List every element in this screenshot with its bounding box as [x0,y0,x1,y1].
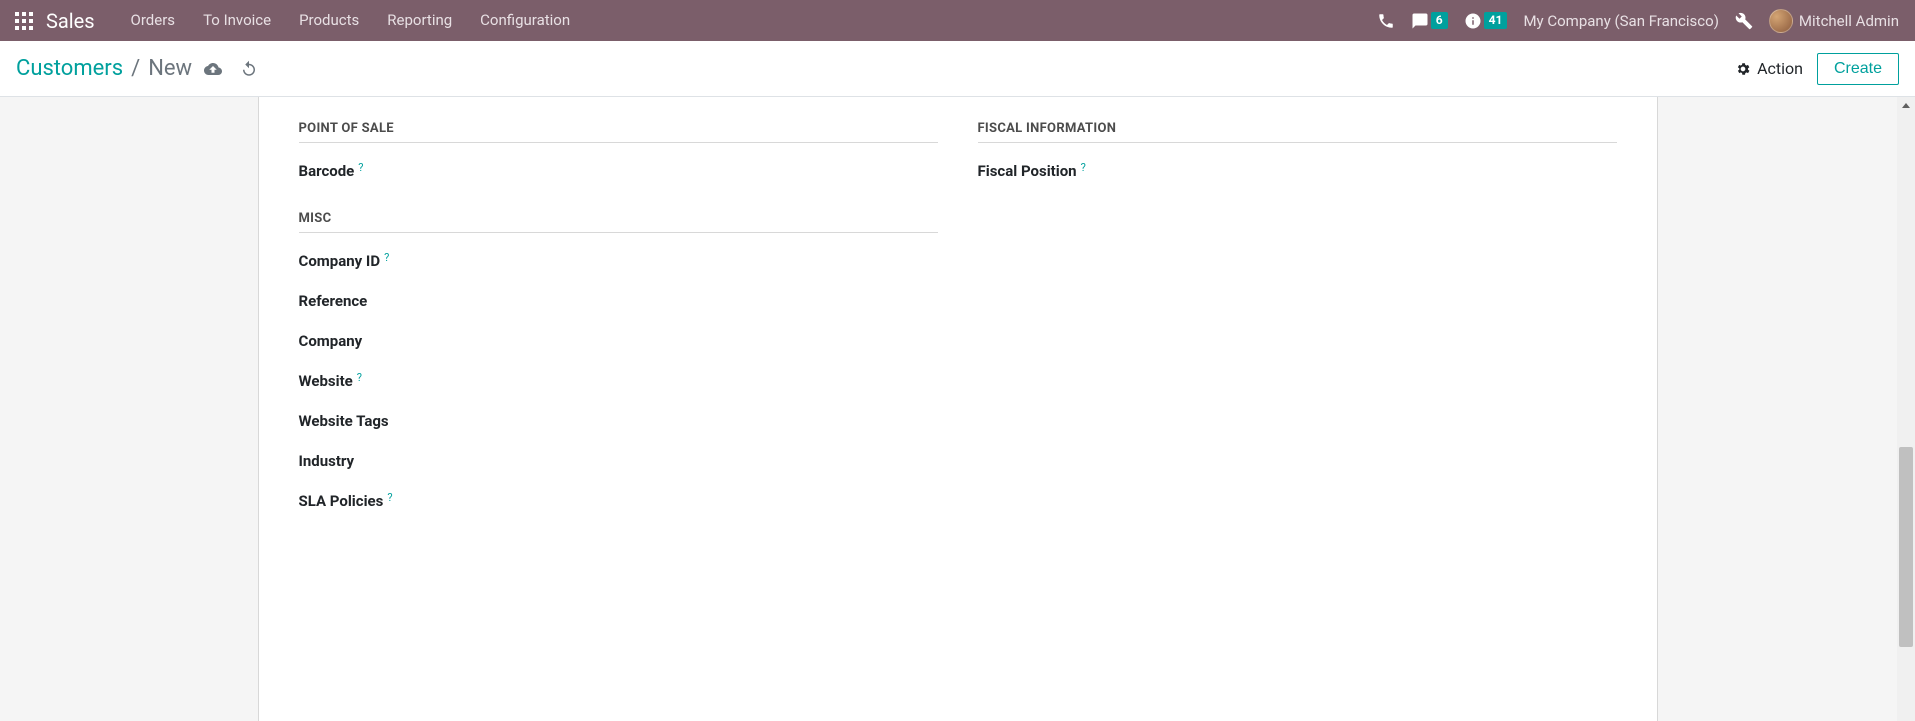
debug-icon[interactable] [1735,7,1753,35]
navbar-right: 6 41 My Company (San Francisco) Mitchell… [1377,7,1905,35]
form-columns: POINT OF SALE Barcode ? MISC Company ID … [299,115,1617,531]
messages-badge: 6 [1431,12,1448,29]
scroll-thumb[interactable] [1899,447,1913,647]
menu-orders[interactable]: Orders [117,0,190,41]
cloud-save-icon[interactable] [204,60,222,78]
activities-icon[interactable]: 41 [1464,7,1508,35]
menu-to-invoice[interactable]: To Invoice [189,0,285,41]
breadcrumb: Customers / New [16,56,192,81]
action-label: Action [1757,59,1803,78]
field-company[interactable]: Company [299,331,938,351]
website-label: Website [299,372,353,390]
industry-label: Industry [299,452,355,470]
app-brand[interactable]: Sales [46,9,95,33]
field-sla-policies[interactable]: SLA Policies ? [299,491,938,511]
field-barcode[interactable]: Barcode ? [299,161,938,181]
company-label: Company [299,332,363,350]
section-misc: MISC [299,211,938,233]
control-panel: Customers / New Action Create [0,41,1915,97]
reference-label: Reference [299,292,368,310]
scrollbar[interactable] [1897,97,1915,721]
help-icon[interactable]: ? [384,252,389,263]
field-fiscal-position[interactable]: Fiscal Position ? [978,161,1617,181]
help-icon[interactable]: ? [357,372,362,383]
menu-reporting[interactable]: Reporting [373,0,466,41]
gear-icon [1735,61,1751,77]
left-column: POINT OF SALE Barcode ? MISC Company ID … [299,115,938,531]
create-button[interactable]: Create [1817,53,1899,85]
activities-badge: 41 [1484,12,1508,29]
user-name: Mitchell Admin [1799,12,1899,30]
breadcrumb-current: New [148,56,192,81]
scroll-up-icon[interactable] [1897,97,1915,115]
discard-icon[interactable] [240,60,258,78]
field-reference[interactable]: Reference [299,291,938,311]
field-website[interactable]: Website ? [299,371,938,391]
top-navbar: Sales Orders To Invoice Products Reporti… [0,0,1915,41]
control-panel-right: Action Create [1735,53,1899,85]
field-company-id[interactable]: Company ID ? [299,251,938,271]
main-content: POINT OF SALE Barcode ? MISC Company ID … [0,97,1915,721]
website-tags-label: Website Tags [299,412,389,430]
section-fiscal: FISCAL INFORMATION [978,121,1617,143]
field-industry[interactable]: Industry [299,451,938,471]
help-icon[interactable]: ? [387,492,392,503]
barcode-label: Barcode [299,162,355,180]
help-icon[interactable]: ? [358,162,363,173]
form-sheet: POINT OF SALE Barcode ? MISC Company ID … [258,97,1658,721]
user-menu[interactable]: Mitchell Admin [1769,9,1899,33]
messages-icon[interactable]: 6 [1411,7,1448,35]
breadcrumb-root[interactable]: Customers [16,56,123,81]
action-dropdown[interactable]: Action [1735,59,1803,78]
avatar [1769,9,1793,33]
voip-icon[interactable] [1377,7,1395,35]
menu-products[interactable]: Products [285,0,373,41]
section-point-of-sale: POINT OF SALE [299,121,938,143]
breadcrumb-sep: / [131,56,140,81]
right-column: FISCAL INFORMATION Fiscal Position ? [978,115,1617,531]
help-icon[interactable]: ? [1081,162,1086,173]
company-switcher[interactable]: My Company (San Francisco) [1523,12,1718,30]
field-website-tags[interactable]: Website Tags [299,411,938,431]
apps-icon[interactable] [10,7,38,35]
menu-configuration[interactable]: Configuration [466,0,584,41]
company-id-label: Company ID [299,252,381,270]
fiscal-position-label: Fiscal Position [978,162,1077,180]
sla-label: SLA Policies [299,492,384,510]
navbar-left: Sales Orders To Invoice Products Reporti… [10,0,584,41]
